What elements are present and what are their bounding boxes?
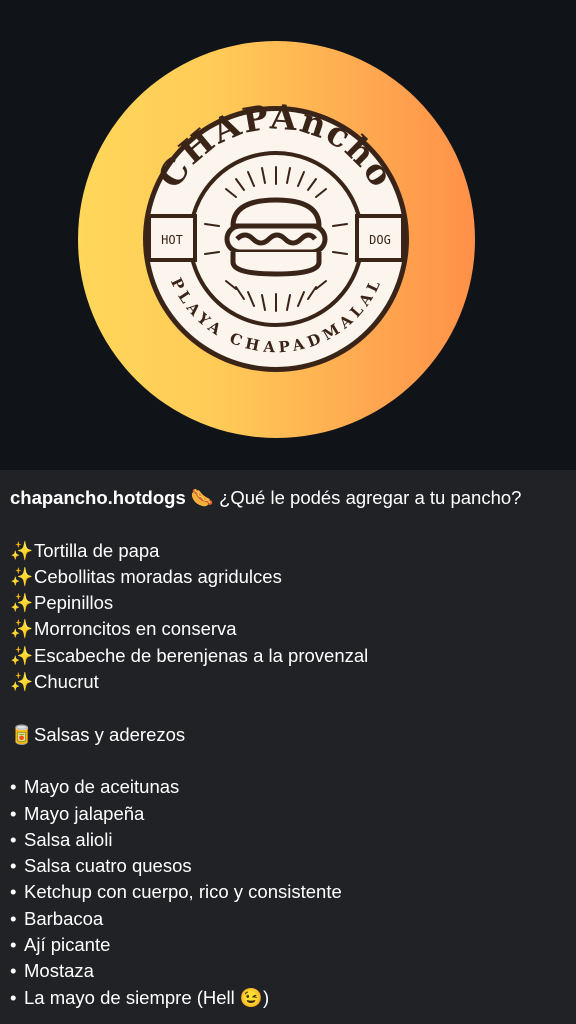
sparkles-icon: ✨	[10, 671, 34, 693]
sparkles-icon: ✨	[10, 539, 34, 561]
chapancho-logo: CHAPAncho PLAYA CHAPADMALAL HOT DOG	[143, 104, 409, 372]
sauce-item: • Mayo jalapeña	[10, 801, 570, 827]
bullet-icon: •	[10, 960, 17, 982]
bullet-icon: •	[10, 934, 17, 956]
topping-item: ✨Pepinillos	[10, 590, 570, 616]
bullet-icon: •	[10, 828, 17, 850]
sauce-item: • Mostaza	[10, 958, 570, 984]
username-link[interactable]: chapancho.hotdogs	[10, 487, 186, 508]
can-icon: 🥫	[10, 723, 34, 745]
sparkles-icon: ✨	[10, 592, 34, 614]
sauces-heading: 🥫Salsas y aderezos	[10, 722, 570, 748]
bullet-icon: •	[10, 855, 17, 877]
logo-dog-text: DOG	[369, 233, 391, 247]
sparkles-icon: ✨	[10, 644, 34, 666]
bullet-icon: •	[10, 881, 17, 903]
sauce-item: • La mayo de siempre (Hell 😉)	[10, 985, 570, 1011]
sauce-item: • Ketchup con cuerpo, rico y consistente	[10, 879, 570, 905]
topping-item: ✨Cebollitas moradas agridulces	[10, 564, 570, 590]
sauce-item: • Salsa alioli	[10, 827, 570, 853]
caption-headline: ¿Qué le podés agregar a tu pancho?	[219, 487, 522, 508]
hotdog-emoji-icon: 🌭	[190, 487, 214, 508]
bullet-icon: •	[10, 907, 17, 929]
sparkles-icon: ✨	[10, 618, 34, 640]
topping-item: ✨Chucrut	[10, 669, 570, 695]
post-image[interactable]: CHAPAncho PLAYA CHAPADMALAL HOT DOG	[0, 0, 576, 470]
topping-item: ✨Tortilla de papa	[10, 538, 570, 564]
bullet-icon: •	[10, 776, 17, 798]
sauce-item: • Barbacoa	[10, 906, 570, 932]
caption-header: chapancho.hotdogs 🌭 ¿Qué le podés agrega…	[10, 485, 570, 511]
sauce-item: • Mayo de aceitunas	[10, 774, 570, 800]
sparkles-icon: ✨	[10, 565, 34, 587]
topping-item: ✨Escabeche de berenjenas a la provenzal	[10, 643, 570, 669]
logo-hot-text: HOT	[161, 233, 183, 247]
hotdog-icon	[224, 197, 328, 277]
post-caption: chapancho.hotdogs 🌭 ¿Qué le podés agrega…	[10, 485, 570, 1011]
sauce-item: • Salsa cuatro quesos	[10, 853, 570, 879]
bullet-icon: •	[10, 802, 17, 824]
bullet-icon: •	[10, 986, 17, 1008]
sauce-item: • Ají picante	[10, 932, 570, 958]
topping-item: ✨Morroncitos en conserva	[10, 616, 570, 642]
